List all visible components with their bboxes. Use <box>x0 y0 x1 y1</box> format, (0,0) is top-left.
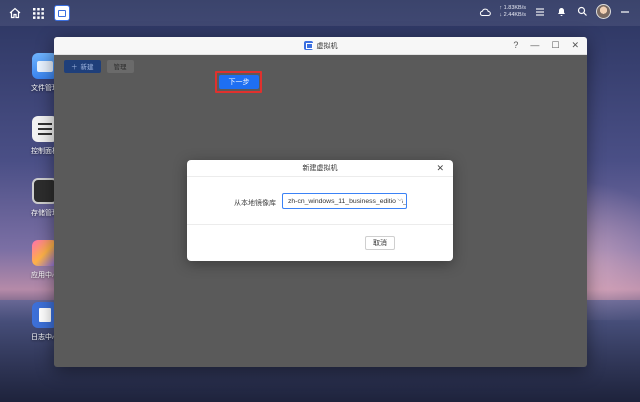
dialog-body: 从本地镜像库 zh-cn_windows_11_business_edition… <box>187 177 453 225</box>
upload-speed: ↑ 1.83KB/s <box>499 4 526 11</box>
dialog-header: 新建虚拟机 ✕ <box>187 160 453 177</box>
apps-grid-icon[interactable] <box>31 6 45 20</box>
search-icon[interactable] <box>575 5 589 19</box>
cancel-button[interactable]: 取消 <box>365 236 395 250</box>
virtual-machine-icon <box>303 41 313 50</box>
next-step-label: 下一步 <box>228 79 250 86</box>
new-vm-button[interactable]: ＋ 新建 <box>64 59 101 73</box>
manage-label: 管理 <box>113 64 127 71</box>
image-select[interactable]: zh-cn_windows_11_business_editions_ ⌵ <box>282 193 407 209</box>
next-step-button[interactable]: 下一步 <box>219 75 259 89</box>
window-title-bar[interactable]: 虚拟机 ? — ☐ ✕ <box>54 37 587 55</box>
home-icon[interactable] <box>8 6 22 20</box>
user-avatar[interactable] <box>596 4 611 19</box>
virtual-machine-taskbar-icon[interactable] <box>54 5 70 21</box>
chevron-down-icon: ⌵ <box>396 197 402 204</box>
dialog-title: 新建虚拟机 <box>302 165 338 172</box>
minimize-all-icon[interactable] <box>618 5 632 19</box>
dialog-close-icon[interactable]: ✕ <box>436 163 444 174</box>
network-speed: ↑ 1.83KB/s ↓ 2.44KB/s <box>499 5 526 19</box>
cancel-label: 取消 <box>373 240 387 247</box>
list-icon[interactable] <box>533 5 547 19</box>
maximize-button[interactable]: ☐ <box>551 40 559 51</box>
top-bar: ↑ 1.83KB/s ↓ 2.44KB/s <box>0 0 640 26</box>
window-toolbar: ＋ 新建 管理 <box>54 55 587 77</box>
manage-button[interactable]: 管理 <box>106 59 134 73</box>
help-button[interactable]: ? <box>513 40 518 51</box>
new-vm-dialog: 新建虚拟机 ✕ 从本地镜像库 zh-cn_windows_11_business… <box>187 160 453 261</box>
close-button[interactable]: ✕ <box>571 40 579 51</box>
notification-bell-icon[interactable] <box>554 5 568 19</box>
image-source-label: 从本地镜像库 <box>234 200 276 207</box>
new-vm-label: 新建 <box>80 64 94 71</box>
plus-icon: ＋ <box>71 64 78 71</box>
window-title: 虚拟机 <box>316 42 338 50</box>
download-speed: ↓ 2.44KB/s <box>499 11 526 18</box>
minimize-button[interactable]: — <box>530 40 539 51</box>
image-select-value: zh-cn_windows_11_business_editions_ <box>288 197 407 205</box>
cloud-icon[interactable] <box>478 5 492 19</box>
dialog-footer: 取消 <box>187 225 453 260</box>
